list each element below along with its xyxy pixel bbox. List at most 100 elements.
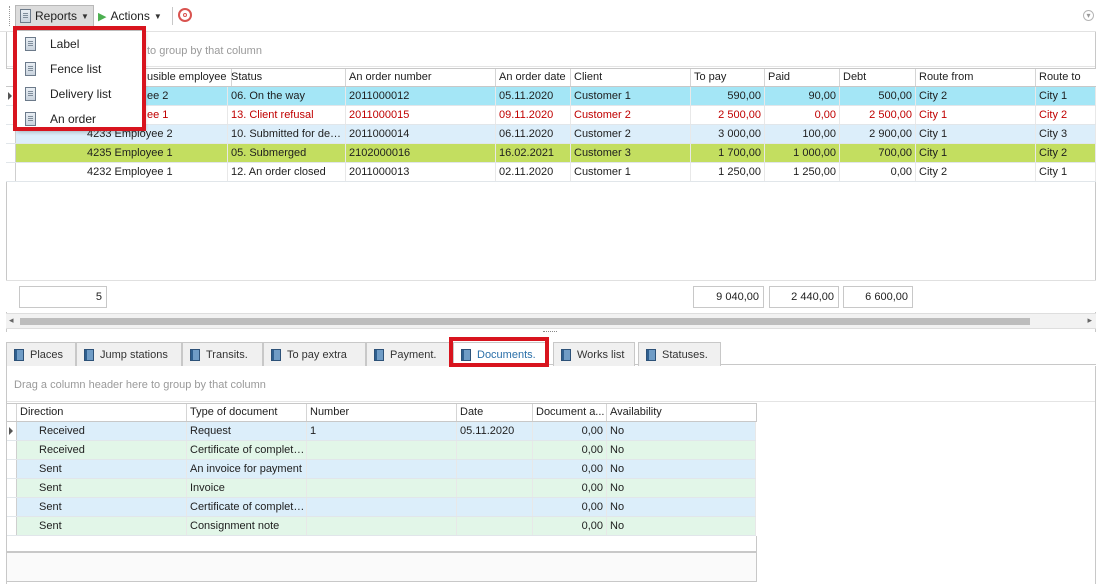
splitter-grip[interactable] <box>543 331 557 333</box>
cell-status: 13. Client refusal <box>228 106 346 124</box>
current-row-icon <box>9 427 13 435</box>
footer-debt-total: 6 600,00 <box>843 286 913 308</box>
cell-debt: 0,00 <box>840 163 916 181</box>
header-route-from[interactable]: Route from <box>916 69 1036 86</box>
header-direction[interactable]: Direction <box>17 404 187 421</box>
tab-label: Statuses. <box>662 348 708 361</box>
header-to-pay[interactable]: To pay <box>691 69 765 86</box>
table-row[interactable]: Received Certificate of complet… 0,00 No <box>7 441 756 460</box>
table-row[interactable]: ee 2 06. On the way 2011000012 05.11.202… <box>6 87 1096 106</box>
header-route-to[interactable]: Route to <box>1036 69 1096 86</box>
tab-works-list[interactable]: Works list <box>553 342 635 366</box>
cell-amount: 0,00 <box>533 498 607 516</box>
tab-label: Places <box>30 348 64 361</box>
cell-route-to: City 2 <box>1036 106 1096 124</box>
table-row[interactable]: Sent An invoice for payment 0,00 No <box>7 460 756 479</box>
table-row[interactable]: Sent Certificate of complet… 0,00 No <box>7 498 756 517</box>
tab-statuses[interactable]: Statuses. <box>638 342 721 366</box>
toolbar: Reports ▼ ▶ Actions ▼ ▾ <box>0 0 1096 32</box>
detail-tabs: Places Jump stations Transits. To pay ex… <box>6 341 1096 367</box>
cell-number <box>307 517 457 535</box>
cell-date <box>457 517 533 535</box>
collapse-icon[interactable]: ▾ <box>1083 10 1094 21</box>
header-document-amount[interactable]: Document a... <box>533 404 607 421</box>
actions-button[interactable]: ▶ Actions ▼ <box>94 5 166 27</box>
table-row[interactable]: Sent Consignment note 0,00 No <box>7 517 756 536</box>
cell-direction: Sent <box>36 460 187 478</box>
horizontal-scrollbar[interactable]: ◂ ▸ <box>6 313 1096 329</box>
cell-paid: 100,00 <box>765 125 840 143</box>
cell-type: An invoice for payment <box>187 460 307 478</box>
cell-availability: No <box>607 517 756 535</box>
cell-order-date: 05.11.2020 <box>496 87 571 105</box>
orders-header: usible employee Status An order number A… <box>6 68 1096 87</box>
table-row[interactable]: 4232 Employee 1 12. An order closed 2011… <box>6 163 1096 182</box>
tab-to-pay-extra[interactable]: To pay extra <box>263 342 366 366</box>
reports-button[interactable]: Reports ▼ <box>15 5 94 27</box>
book-icon <box>84 348 94 361</box>
cell-order-number: 2011000013 <box>346 163 496 181</box>
table-row[interactable]: ee 1 13. Client refusal 2011000015 09.11… <box>6 106 1096 125</box>
table-row[interactable]: Sent Invoice 0,00 No <box>7 479 756 498</box>
cell-debt: 700,00 <box>840 144 916 162</box>
header-paid[interactable]: Paid <box>765 69 840 86</box>
cell-employee: ee 1 <box>144 106 228 124</box>
reports-label: Reports <box>35 9 78 23</box>
header-number[interactable]: Number <box>307 404 457 421</box>
cell-paid: 1 000,00 <box>765 144 840 162</box>
cell-direction: Sent <box>36 517 187 535</box>
refresh-icon[interactable] <box>178 8 192 22</box>
header-employee[interactable]: usible employee <box>144 69 232 86</box>
header-availability[interactable]: Availability <box>607 404 757 421</box>
book-icon <box>561 348 571 361</box>
header-order-number[interactable]: An order number <box>346 69 496 86</box>
cell-route-from: City 2 <box>916 163 1036 181</box>
orders-group-panel[interactable]: to group by that column <box>7 33 1095 67</box>
cell-employee: 4232 Employee 1 <box>84 163 228 181</box>
tab-places[interactable]: Places <box>6 342 76 366</box>
cell-route-from: City 1 <box>916 125 1036 143</box>
scrollbar-thumb[interactable] <box>20 318 1030 325</box>
tab-transits[interactable]: Transits. <box>182 342 263 366</box>
header-type-of-document[interactable]: Type of document <box>187 404 307 421</box>
toolbar-grip <box>9 6 11 26</box>
header-indicator <box>7 404 17 421</box>
table-row[interactable]: Received Request 1 05.11.2020 0,00 No <box>7 422 756 441</box>
documents-group-panel[interactable]: Drag a column header here to group by th… <box>7 367 1095 402</box>
footer-paid-total: 2 440,00 <box>769 286 839 308</box>
cell-type: Request <box>187 422 307 440</box>
cell-order-number: 2011000012 <box>346 87 496 105</box>
header-order-date[interactable]: An order date <box>496 69 571 86</box>
header-status[interactable]: Status <box>228 69 346 86</box>
cell-paid: 90,00 <box>765 87 840 105</box>
orders-footer <box>6 280 1096 312</box>
orders-group-hint: to group by that column <box>147 45 262 57</box>
cell-client: Customer 1 <box>571 87 691 105</box>
tab-payment[interactable]: Payment. <box>366 342 450 366</box>
cell-amount: 0,00 <box>533 422 607 440</box>
header-debt[interactable]: Debt <box>840 69 916 86</box>
book-icon <box>271 348 281 361</box>
cell-employee: 4235 Employee 1 <box>84 144 228 162</box>
cell-order-number: 2011000014 <box>346 125 496 143</box>
cell-amount: 0,00 <box>533 479 607 497</box>
cell-order-number: 2011000015 <box>346 106 496 124</box>
cell-number <box>307 498 457 516</box>
cell-debt: 2 900,00 <box>840 125 916 143</box>
scroll-right-icon[interactable]: ▸ <box>1087 315 1092 326</box>
documents-tab-highlight <box>449 337 549 367</box>
table-row[interactable]: 4233 Employee 2 10. Submitted for de… 20… <box>6 125 1096 144</box>
row-indicator <box>7 498 17 516</box>
documents-header: Direction Type of document Number Date D… <box>6 403 757 422</box>
table-row[interactable]: 4235 Employee 1 05. Submerged 2102000016… <box>6 144 1096 163</box>
book-icon <box>14 348 24 361</box>
tab-jump-stations[interactable]: Jump stations <box>76 342 182 366</box>
header-client[interactable]: Client <box>571 69 691 86</box>
scroll-left-icon[interactable]: ◂ <box>9 315 14 326</box>
cell-order-number: 2102000016 <box>346 144 496 162</box>
cell-paid: 1 250,00 <box>765 163 840 181</box>
cell-date <box>457 441 533 459</box>
row-indicator <box>7 422 17 440</box>
header-date[interactable]: Date <box>457 404 533 421</box>
cell-to-pay: 1 250,00 <box>691 163 765 181</box>
